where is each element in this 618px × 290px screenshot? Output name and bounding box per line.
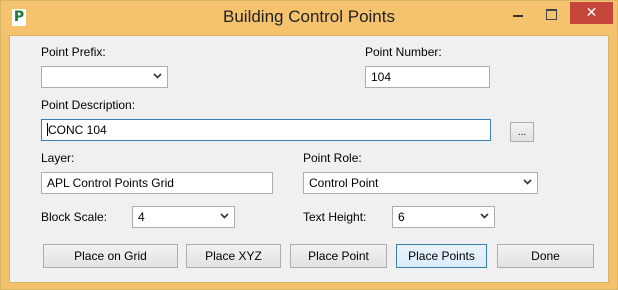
place-points-button[interactable]: Place Points (396, 244, 487, 268)
chevron-down-icon (523, 177, 532, 185)
dialog-window: P Building Control Points ✕ Point Prefix… (0, 0, 618, 290)
point-number-input[interactable]: 104 (365, 66, 490, 88)
point-description-value: CONC 104 (48, 123, 107, 137)
point-role-label: Point Role: (303, 151, 362, 165)
point-role-value: Control Point (309, 176, 379, 190)
title-bar[interactable]: P Building Control Points ✕ (1, 1, 617, 34)
point-description-input[interactable]: CONC 104 (41, 119, 491, 141)
chevron-down-icon (153, 71, 162, 79)
minimize-button[interactable] (503, 3, 533, 25)
block-scale-value: 4 (138, 210, 145, 224)
layer-label: Layer: (41, 151, 75, 165)
block-scale-combo[interactable]: 4 (132, 206, 235, 228)
done-button[interactable]: Done (497, 244, 594, 268)
layer-input[interactable]: APL Control Points Grid (41, 172, 273, 194)
browse-description-button[interactable]: ... (510, 122, 534, 142)
text-height-label: Text Height: (303, 210, 367, 224)
point-number-label: Point Number: (365, 45, 442, 59)
text-height-combo[interactable]: 6 (392, 206, 495, 228)
block-scale-label: Block Scale: (41, 210, 108, 224)
close-icon: ✕ (585, 5, 598, 21)
point-prefix-label: Point Prefix: (41, 45, 106, 59)
close-button[interactable]: ✕ (570, 2, 613, 24)
place-point-button[interactable]: Place Point (290, 244, 387, 268)
text-height-value: 6 (398, 210, 405, 224)
chevron-down-icon (220, 211, 229, 219)
point-role-combo[interactable]: Control Point (303, 172, 538, 194)
place-xyz-button[interactable]: Place XYZ (186, 244, 281, 268)
point-description-label: Point Description: (41, 98, 136, 112)
chevron-down-icon (480, 211, 489, 219)
dialog-body: Point Prefix: Point Number: 104 Point De… (9, 35, 609, 283)
place-on-grid-button[interactable]: Place on Grid (43, 244, 178, 268)
maximize-button[interactable] (536, 3, 566, 25)
point-prefix-combo[interactable] (41, 66, 168, 88)
